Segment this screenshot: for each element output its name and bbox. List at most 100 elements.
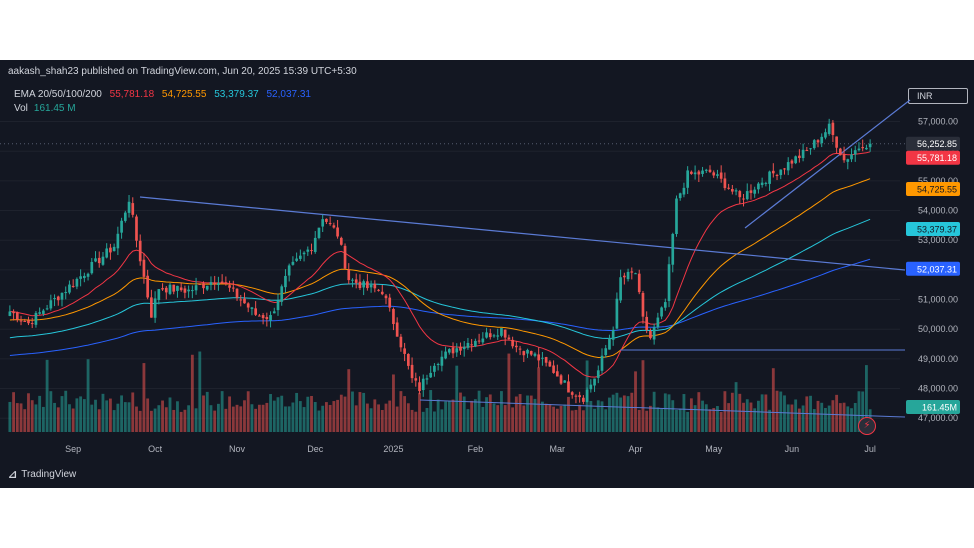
volume-bar [440, 409, 444, 432]
volume-bar [362, 392, 366, 432]
volume-bar [626, 396, 630, 432]
candle [284, 275, 287, 288]
volume-bar [581, 410, 585, 432]
candle [68, 284, 71, 293]
volume-bar [12, 392, 16, 432]
volume-bar [678, 408, 682, 432]
candle [380, 291, 384, 295]
candle [552, 365, 555, 373]
y-axis-label: 47,000.00 [918, 413, 958, 423]
candle [231, 287, 235, 289]
candle [45, 308, 49, 310]
volume-bar [783, 395, 786, 432]
candle [444, 351, 447, 359]
volume-bar [805, 396, 809, 432]
volume-bar [149, 410, 153, 432]
x-axis-label: Nov [229, 444, 246, 454]
chart-frame: aakash_shah23 published on TradingView.c… [0, 60, 974, 488]
volume-bar [146, 398, 150, 432]
candle [593, 378, 596, 386]
candle [377, 289, 380, 291]
candle [328, 223, 332, 225]
candle [757, 183, 760, 190]
volume-bar [555, 408, 559, 432]
volume-bar [552, 406, 556, 432]
volume-bar [466, 409, 470, 432]
volume-bar [90, 404, 94, 432]
volume-bar [365, 403, 369, 432]
candle [146, 275, 149, 298]
candle [410, 364, 414, 379]
volume-bar [265, 402, 269, 432]
candle [194, 285, 198, 291]
volume-bar [641, 360, 645, 432]
candle [675, 198, 678, 235]
candle [548, 361, 552, 367]
candle [202, 283, 205, 289]
volume-bar [574, 409, 578, 432]
candle [522, 351, 526, 356]
volume-bar [526, 395, 529, 432]
candle [868, 143, 872, 148]
candle [738, 191, 742, 198]
x-axis-label: Oct [148, 444, 163, 454]
volume-bar [86, 359, 90, 432]
volume-bar [529, 395, 533, 432]
candle [574, 395, 578, 397]
candle [816, 140, 820, 143]
volume-bar [75, 398, 79, 432]
volume-bar [797, 408, 801, 432]
candle [302, 252, 306, 255]
candle [663, 302, 667, 308]
volume-bar [64, 390, 68, 432]
volume-bar [827, 405, 831, 432]
candle [105, 248, 109, 258]
volume-bar [205, 391, 209, 432]
volume-bar [518, 394, 522, 432]
candle [623, 275, 626, 278]
candle [582, 397, 585, 402]
candle [433, 365, 436, 372]
candle [503, 329, 507, 338]
volume-bar [704, 404, 708, 432]
x-axis-label: Dec [307, 444, 324, 454]
candle [794, 156, 797, 164]
price-chart[interactable]: 47,000.00 48,000.00 49,000.00 50,000.00 51,0… [0, 60, 974, 488]
volume-bar [179, 411, 183, 432]
candle [8, 311, 12, 316]
candle [179, 287, 183, 291]
flash-icon[interactable]: ⚡ [858, 417, 876, 435]
candle [291, 261, 295, 265]
volume-bar [324, 402, 328, 432]
candle [34, 312, 38, 325]
volume-bar [336, 399, 340, 432]
candle [183, 288, 187, 293]
volume-bar [291, 402, 295, 432]
tradingview-brand[interactable]: ⊿ TradingView [8, 468, 76, 481]
y-axis-label: 50,000.00 [918, 324, 958, 334]
candle [786, 162, 790, 171]
volume-bar [660, 409, 664, 432]
candle [459, 346, 462, 351]
volume-bar [477, 390, 481, 432]
volume-bar [138, 410, 142, 432]
candle [332, 225, 336, 228]
candle [272, 311, 276, 314]
volume-bar [689, 398, 693, 432]
candle [49, 300, 53, 309]
volume-bar [377, 404, 380, 432]
candle [313, 237, 317, 252]
y-axis-label: 57,000.00 [918, 117, 958, 127]
candle [641, 292, 645, 317]
volume-bar [429, 390, 433, 432]
candle [254, 308, 257, 315]
volume-bar [410, 409, 414, 432]
candle [585, 389, 589, 402]
candle [801, 149, 805, 159]
candle [526, 349, 529, 354]
candle [425, 378, 429, 380]
candle [172, 284, 176, 292]
candle [12, 311, 15, 314]
candle [630, 271, 634, 273]
candle [697, 171, 701, 175]
